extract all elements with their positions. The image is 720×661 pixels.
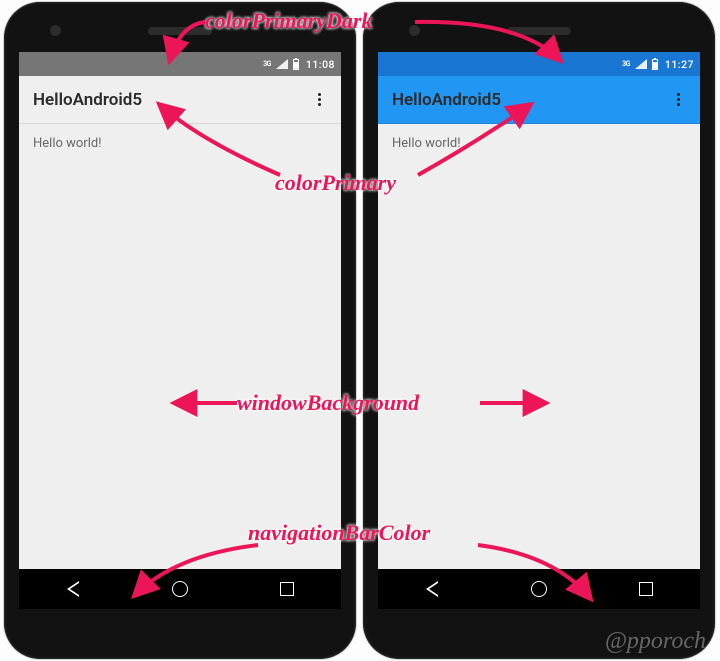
nav-home-button[interactable] [528,578,550,600]
nav-recent-button[interactable] [276,578,298,600]
signal-icon [276,59,288,69]
watermark: @pporoch [605,628,706,655]
overflow-menu-button[interactable] [668,90,688,110]
status-time: 11:27 [665,58,694,71]
camera-dot-icon [409,25,420,36]
status-time: 11:08 [306,58,335,71]
phone-left: 3G 11:08 HelloAndroid5 Hello world! [4,2,356,659]
window-background: Hello world! [19,124,341,569]
screen-left: 3G 11:08 HelloAndroid5 Hello world! [19,52,341,609]
battery-icon [293,59,299,70]
network-icon: 3G [263,60,271,68]
window-background: Hello world! [378,124,700,569]
navigation-bar [378,569,700,609]
earpiece-icon [148,27,212,35]
nav-recent-button[interactable] [635,578,657,600]
app-bar: HelloAndroid5 [19,76,341,124]
navigation-bar [19,569,341,609]
body-text: Hello world! [33,136,102,151]
earpiece-icon [507,27,571,35]
camera-dot-icon [50,25,61,36]
nav-back-button[interactable] [62,578,84,600]
battery-icon [652,59,658,70]
app-title: HelloAndroid5 [392,90,501,110]
app-title: HelloAndroid5 [33,90,142,110]
screen-right: 3G 11:27 HelloAndroid5 Hello world! [378,52,700,609]
body-text: Hello world! [392,136,461,151]
overflow-menu-button[interactable] [309,90,329,110]
status-bar: 3G 11:27 [378,52,700,76]
status-bar: 3G 11:08 [19,52,341,76]
phone-right: 3G 11:27 HelloAndroid5 Hello world! [363,2,715,659]
nav-back-button[interactable] [421,578,443,600]
signal-icon [635,59,647,69]
app-bar: HelloAndroid5 [378,76,700,124]
network-icon: 3G [622,60,630,68]
diagram-stage: 3G 11:08 HelloAndroid5 Hello world! [0,0,720,661]
nav-home-button[interactable] [169,578,191,600]
